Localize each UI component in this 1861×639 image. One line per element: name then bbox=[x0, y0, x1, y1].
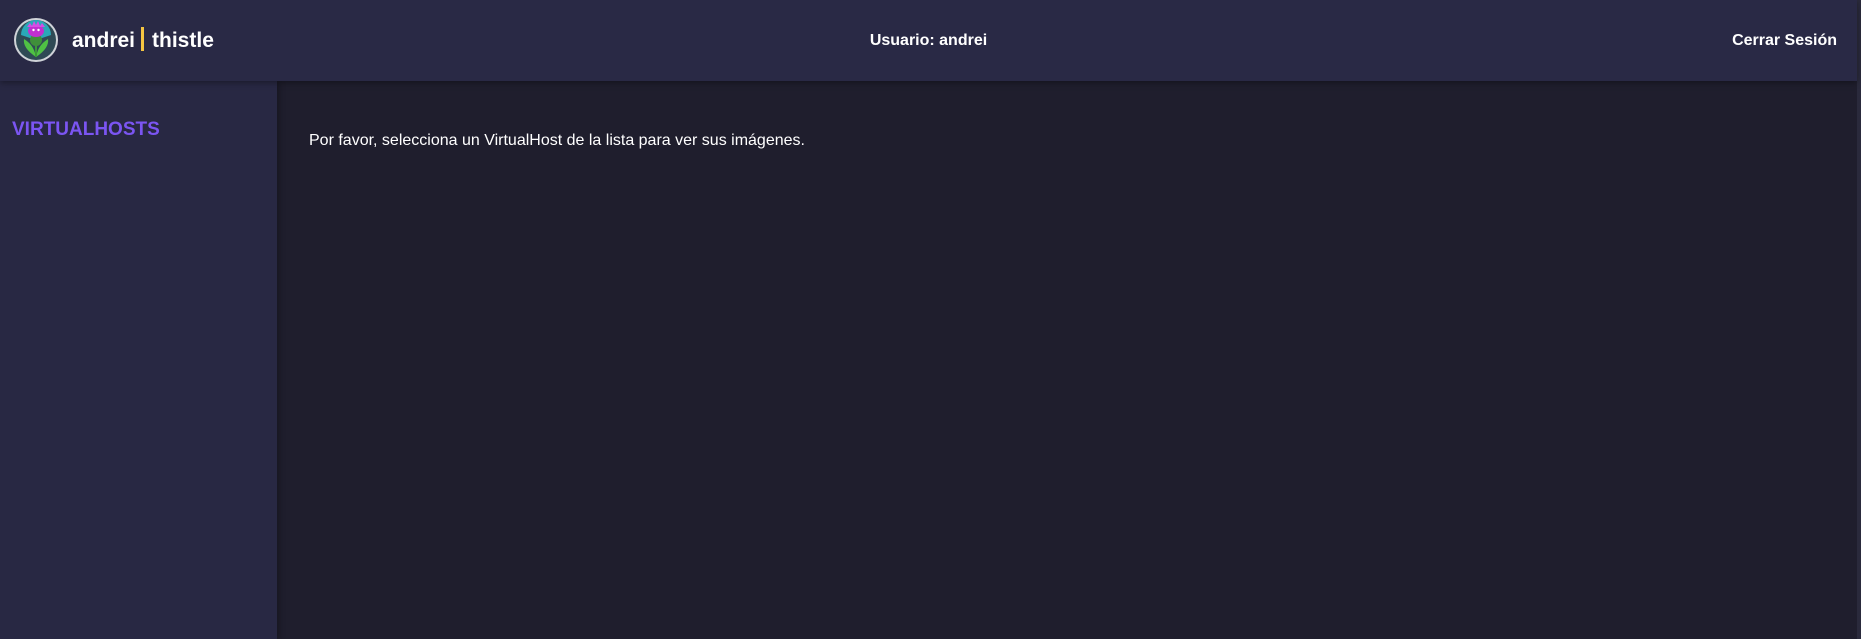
top-header: andrei thistle Usuario: andrei Cerrar Ses… bbox=[0, 0, 1857, 81]
current-user-label: Usuario: andrei bbox=[869, 32, 988, 49]
sidebar-title: VIRTUALHOSTS bbox=[12, 119, 160, 140]
logout-button[interactable]: Cerrar Sesión bbox=[1732, 32, 1837, 50]
page-scrollbar[interactable] bbox=[1857, 0, 1861, 639]
empty-state-message: Por favor, selecciona un VirtualHost de … bbox=[309, 132, 805, 149]
sidebar: VIRTUALHOSTS bbox=[0, 81, 277, 639]
main-content: Por favor, selecciona un VirtualHost de … bbox=[277, 81, 1857, 639]
